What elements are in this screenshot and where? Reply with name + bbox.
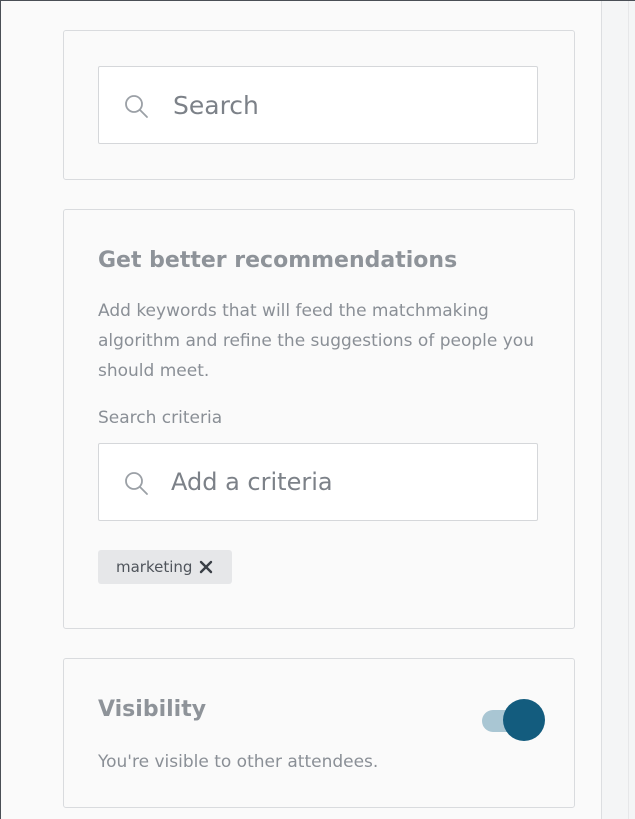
visibility-toggle[interactable] [482,699,545,741]
visibility-title: Visibility [98,697,207,722]
search-input[interactable] [173,85,513,125]
recommendations-title: Get better recommendations [98,248,458,273]
search-card [63,30,575,180]
visibility-description: You're visible to other attendees. [98,752,379,772]
attendee-sidebar: Get better recommendations Add keywords … [0,0,635,819]
toggle-knob [503,699,545,741]
search-icon [125,472,148,495]
close-icon[interactable] [198,559,214,575]
adjacent-panel-edge [602,1,635,819]
search-icon [125,95,148,118]
recommendations-description: Add keywords that will feed the matchmak… [98,301,534,381]
adjacent-panel-border [628,1,629,819]
search-box[interactable] [98,66,538,144]
visibility-card: Visibility You're visible to other atten… [63,658,575,808]
criteria-input[interactable] [171,462,511,502]
criteria-box[interactable] [98,443,538,521]
criteria-tag: marketing [98,550,233,584]
criteria-tag-label: marketing [116,558,193,576]
search-criteria-label: Search criteria [98,408,223,428]
recommendations-card: Get better recommendations Add keywords … [63,209,575,629]
